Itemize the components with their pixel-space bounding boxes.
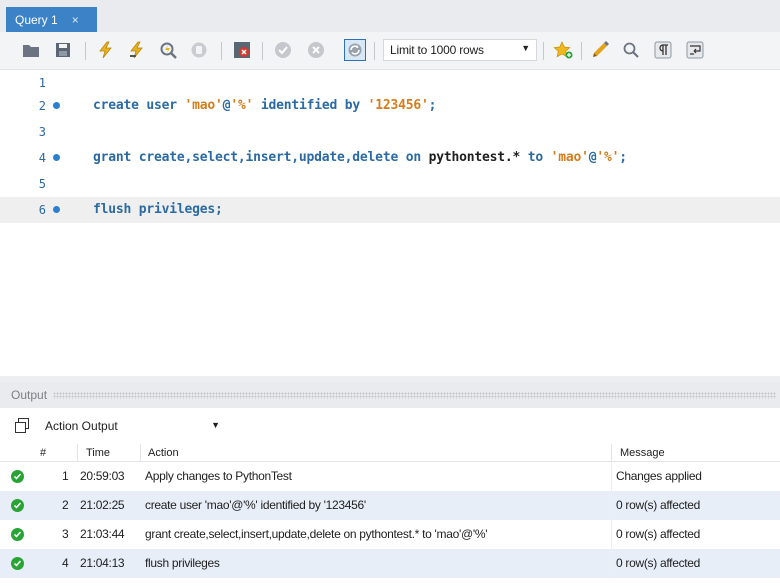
chevron-down-icon: ▼ <box>521 43 530 53</box>
row-message: Changes applied <box>616 469 702 483</box>
success-check-icon <box>11 470 24 483</box>
toggle-error-icon[interactable] <box>231 39 253 61</box>
code-line: 3 <box>0 119 780 145</box>
save-icon[interactable] <box>52 39 74 61</box>
table-row[interactable]: 4 21:04:13 flush privileges 0 row(s) aff… <box>0 549 780 578</box>
success-check-icon <box>11 528 24 541</box>
tab-bar: Query 1 × <box>0 0 780 32</box>
row-time: 21:02:25 <box>80 498 125 512</box>
statement-marker-icon <box>53 102 60 109</box>
line-number: 4 <box>38 151 46 165</box>
grip-dots[interactable] <box>53 391 776 399</box>
row-num: 3 <box>62 527 69 541</box>
table-row[interactable]: 2 21:02:25 create user 'mao'@'%' identif… <box>0 491 780 520</box>
row-message: 0 row(s) affected <box>616 527 701 541</box>
sql-editor-window: Query 1 × Limit to 1000 rows ▼ 1 2 creat… <box>0 0 780 586</box>
beautify-icon[interactable] <box>591 39 613 61</box>
col-header-num[interactable]: # <box>40 447 46 459</box>
row-action: create user 'mao'@'%' identified by '123… <box>145 498 366 512</box>
row-action: flush privileges <box>145 556 220 570</box>
output-toolbar: Action Output ▼ <box>0 408 780 444</box>
sql-statement: flush privileges; <box>93 202 223 217</box>
copy-icon[interactable] <box>14 418 30 434</box>
row-num: 1 <box>62 469 69 483</box>
add-snippet-icon[interactable] <box>552 39 574 61</box>
statement-marker-icon <box>53 154 60 161</box>
editor-toolbar: Limit to 1000 rows ▼ <box>0 32 780 70</box>
commit-icon[interactable] <box>272 39 294 61</box>
statement-marker-icon <box>53 206 60 213</box>
row-action: Apply changes to PythonTest <box>145 469 292 483</box>
limit-rows-label: Limit to 1000 rows <box>390 43 484 57</box>
stop-icon[interactable] <box>188 39 210 61</box>
sql-statement: create user 'mao'@'%' identified by '123… <box>93 98 437 113</box>
sql-statement: grant create,select,insert,update,delete… <box>93 150 627 165</box>
explain-icon[interactable] <box>157 39 179 61</box>
table-row[interactable]: 3 21:03:44 grant create,select,insert,up… <box>0 520 780 549</box>
output-panel-header: Output <box>0 382 780 408</box>
code-line: 2 create user 'mao'@'%' identified by '1… <box>0 93 780 119</box>
row-message: 0 row(s) affected <box>616 556 701 570</box>
row-action: grant create,select,insert,update,delete… <box>145 527 488 541</box>
line-number: 3 <box>38 125 46 139</box>
code-line-current: 6 flush privileges; <box>0 197 780 223</box>
code-line: 4 grant create,select,insert,update,dele… <box>0 145 780 171</box>
row-time: 20:59:03 <box>80 469 125 483</box>
line-number: 5 <box>38 177 46 191</box>
line-number: 2 <box>38 99 46 113</box>
open-folder-icon[interactable] <box>20 39 42 61</box>
row-time: 21:03:44 <box>80 527 125 541</box>
col-header-action[interactable]: Action <box>148 447 179 459</box>
tab-label: Query 1 <box>15 12 58 27</box>
col-header-message[interactable]: Message <box>620 447 665 459</box>
sql-editor[interactable]: 1 2 create user 'mao'@'%' identified by … <box>0 70 780 376</box>
action-output-grid: # Time Action Message 1 20:59:03 Apply c… <box>0 444 780 578</box>
success-check-icon <box>11 557 24 570</box>
output-type-select[interactable]: Action Output ▼ <box>40 415 230 437</box>
limit-rows-select[interactable]: Limit to 1000 rows ▼ <box>383 39 537 61</box>
chevron-down-icon: ▼ <box>211 420 220 430</box>
line-number: 6 <box>38 203 46 217</box>
success-check-icon <box>11 499 24 512</box>
close-tab-icon[interactable]: × <box>72 13 79 27</box>
invisible-chars-icon[interactable] <box>652 39 674 61</box>
output-type-label: Action Output <box>45 419 118 433</box>
execute-current-icon[interactable] <box>126 39 148 61</box>
row-num: 2 <box>62 498 69 512</box>
table-row[interactable]: 1 20:59:03 Apply changes to PythonTest C… <box>0 462 780 491</box>
wrap-lines-icon[interactable] <box>684 39 706 61</box>
find-icon[interactable] <box>620 39 642 61</box>
tab-query-1[interactable]: Query 1 × <box>6 7 97 32</box>
autocommit-icon[interactable] <box>344 39 366 61</box>
row-message: 0 row(s) affected <box>616 498 701 512</box>
execute-icon[interactable] <box>94 39 116 61</box>
row-time: 21:04:13 <box>80 556 125 570</box>
grid-header: # Time Action Message <box>0 444 780 462</box>
rollback-icon[interactable] <box>305 39 327 61</box>
col-header-time[interactable]: Time <box>86 447 110 459</box>
output-title: Output <box>11 388 48 402</box>
row-num: 4 <box>62 556 69 570</box>
code-line: 5 <box>0 171 780 197</box>
